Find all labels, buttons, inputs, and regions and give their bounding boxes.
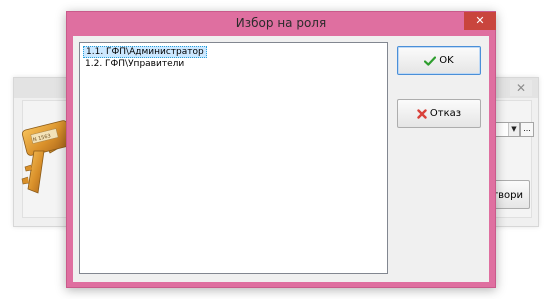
background-browse-button[interactable]: ... — [520, 122, 534, 137]
background-combo-box[interactable]: ▼ — [492, 122, 520, 137]
cross-icon — [417, 108, 427, 119]
check-icon — [424, 55, 437, 66]
role-list-item[interactable]: 1.2. ГФП\Управители — [83, 58, 186, 70]
cancel-button-label: Отказ — [429, 108, 462, 119]
background-window-close-button[interactable]: ✕ — [510, 80, 532, 96]
role-selection-dialog: Избор на роля ✕ 1.1. ГФП\Администратор 1… — [66, 11, 496, 288]
dialog-title: Избор на роля — [235, 16, 327, 30]
ok-button-label: OK — [439, 55, 454, 66]
dialog-close-button[interactable]: ✕ — [464, 12, 496, 30]
role-list-item-selected[interactable]: 1.1. ГФП\Администратор — [83, 46, 207, 58]
chevron-down-icon[interactable]: ▼ — [508, 123, 519, 136]
role-list[interactable]: 1.1. ГФП\Администратор 1.2. ГФП\Управите… — [79, 42, 388, 274]
cancel-button[interactable]: Отказ — [397, 99, 481, 128]
dialog-client-area: 1.1. ГФП\Администратор 1.2. ГФП\Управите… — [73, 36, 489, 282]
ok-button[interactable]: OK — [397, 46, 481, 75]
